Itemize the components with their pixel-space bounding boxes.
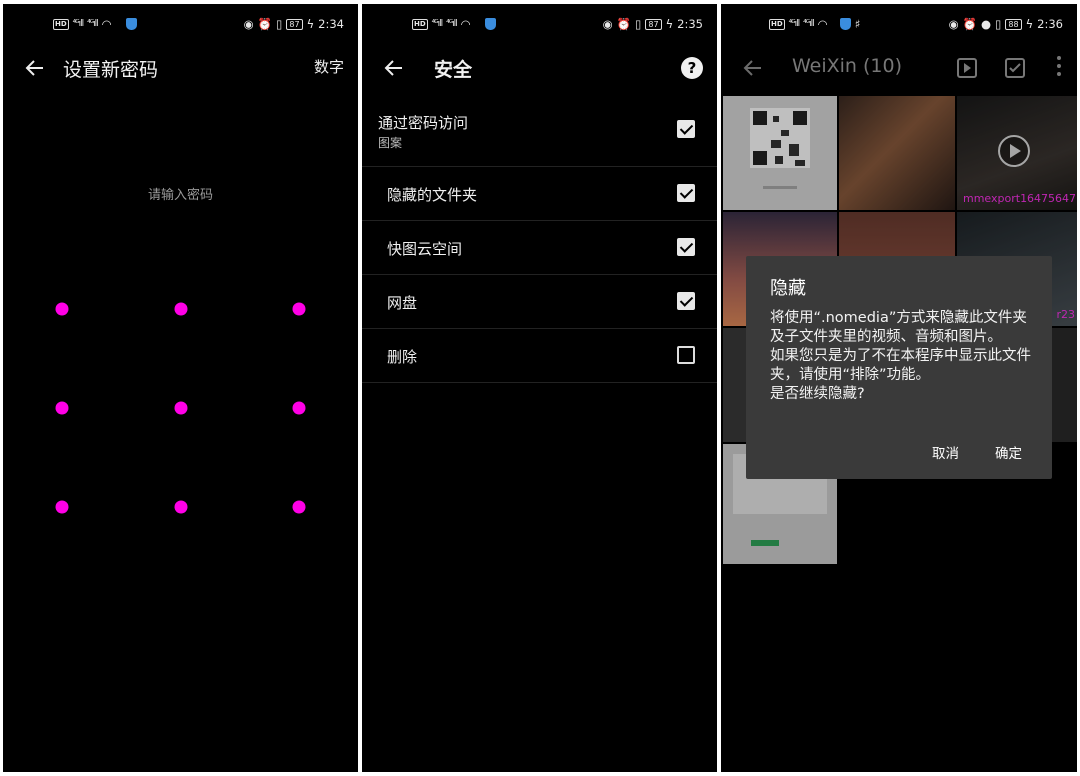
password-access-setting[interactable]: 通过密码访问 图案: [362, 102, 717, 167]
app-bar: 设置新密码 数字: [3, 44, 358, 94]
security-settings-screen: HD ⁴ᴳıll ⁴ᴳıll ◠ ◉ ⏰ ▯ 87 ϟ 2:35 安全 ? 通过…: [362, 4, 717, 772]
pattern-dot[interactable]: [55, 401, 69, 415]
pattern-dot[interactable]: [292, 302, 306, 316]
dialog-message: 将使用“.nomedia”方式来隐藏此文件夹及子文件夹里的视频、音频和图片。 如…: [770, 310, 1031, 402]
pattern-dot[interactable]: [292, 500, 306, 514]
hd-icon: HD: [769, 18, 785, 30]
hd-icon: HD: [412, 18, 428, 30]
page-title: 安全: [434, 59, 473, 81]
password-hint: 请输入密码: [147, 188, 213, 203]
confirm-button[interactable]: 确定: [995, 442, 1022, 462]
shield-icon: [125, 18, 137, 30]
folder-title: WeiXin (10): [792, 55, 903, 77]
wifi-icon: ◠: [817, 17, 828, 31]
app-bar: WeiXin (10): [721, 44, 1077, 94]
signal-icon: ⁴ᴳıll: [788, 19, 800, 29]
battery-icon: 88: [1005, 18, 1022, 30]
signal-icon: ⁴ᴳıll: [446, 19, 457, 29]
setting-label: 删除: [387, 348, 418, 366]
play-icon: [964, 63, 971, 73]
hd-icon: HD: [53, 18, 69, 30]
eye-icon: ◉: [602, 17, 613, 31]
cloud-space-checkbox[interactable]: [677, 238, 695, 256]
pattern-dot[interactable]: [174, 500, 188, 514]
back-arrow-icon[interactable]: [741, 56, 765, 80]
slideshow-icon[interactable]: [957, 58, 977, 78]
signal-icon: ⁴ᴳıll: [72, 19, 84, 29]
vibrate-icon: ▯: [995, 17, 1002, 31]
shield-icon: [484, 18, 496, 30]
battery-icon: 87: [645, 18, 662, 30]
settings-item-net-disk[interactable]: 网盘: [362, 275, 717, 329]
hide-folder-dialog: 隐藏 将使用“.nomedia”方式来隐藏此文件夹及子文件夹里的视频、音频和图片…: [746, 256, 1052, 479]
vibrate-icon: ▯: [635, 17, 642, 31]
eye-icon: ◉: [243, 17, 254, 31]
pattern-dot[interactable]: [55, 302, 69, 316]
back-arrow-icon[interactable]: [382, 56, 406, 80]
status-bar: HD ⁴ᴳıll ⁴ᴳıll ◠ ◉ ⏰ ▯ 87 ϟ 2:34: [3, 4, 358, 40]
pattern-dot[interactable]: [55, 500, 69, 514]
vibrate-icon: ▯: [276, 17, 283, 31]
status-bar: HD ⁴ᴳıll ⁴ᴳıll ◠ ♯ ◉ ⏰ ● ▯ 88 ϟ 2:36: [721, 4, 1077, 40]
cancel-button[interactable]: 取消: [932, 442, 959, 462]
status-time: 2:34: [318, 17, 344, 31]
pattern-dot[interactable]: [292, 401, 306, 415]
select-all-icon[interactable]: [1005, 58, 1025, 78]
status-time: 2:35: [677, 17, 703, 31]
alarm-icon: ⏰: [962, 17, 977, 31]
status-time: 2:36: [1037, 17, 1063, 31]
back-arrow-icon[interactable]: [23, 56, 47, 80]
help-icon[interactable]: ?: [681, 57, 703, 79]
eye-icon: ◉: [948, 17, 959, 31]
charging-icon: ϟ: [1025, 17, 1034, 31]
more-options-icon[interactable]: [1057, 56, 1061, 78]
net-disk-checkbox[interactable]: [677, 292, 695, 310]
app-bar: 安全 ?: [362, 44, 717, 94]
gallery-folder-screen: HD ⁴ᴳıll ⁴ᴳıll ◠ ♯ ◉ ⏰ ● ▯ 88 ϟ 2:36 Wei…: [721, 4, 1077, 772]
hidden-folders-checkbox[interactable]: [677, 184, 695, 202]
pattern-dot[interactable]: [174, 302, 188, 316]
password-access-checkbox[interactable]: [677, 120, 695, 138]
shield-icon: [839, 18, 851, 30]
signal-icon: ⁴ᴳıll: [431, 19, 443, 29]
app-notification-icon: ♯: [854, 17, 861, 31]
alarm-icon: ⏰: [257, 17, 273, 31]
pattern-dot[interactable]: [174, 401, 188, 415]
settings-item-delete[interactable]: 删除: [362, 329, 717, 383]
charging-icon: ϟ: [306, 17, 315, 31]
settings-item-cloud-space[interactable]: 快图云空间: [362, 221, 717, 275]
setting-title: 通过密码访问: [378, 114, 469, 132]
battery-icon: 87: [286, 18, 303, 30]
settings-item-hidden-folders[interactable]: 隐藏的文件夹: [362, 167, 717, 221]
location-icon: ●: [981, 17, 992, 31]
wifi-icon: ◠: [460, 17, 471, 31]
status-bar: HD ⁴ᴳıll ⁴ᴳıll ◠ ◉ ⏰ ▯ 87 ϟ 2:35: [362, 4, 717, 40]
dialog-title: 隐藏: [770, 278, 806, 299]
setting-subtitle: 图案: [378, 136, 403, 150]
signal-icon: ⁴ᴳıll: [87, 19, 98, 29]
delete-checkbox[interactable]: [677, 346, 695, 364]
setting-label: 隐藏的文件夹: [387, 186, 478, 204]
wifi-icon: ◠: [101, 17, 112, 31]
setting-label: 网盘: [387, 294, 418, 312]
signal-icon: ⁴ᴳıll: [803, 19, 814, 29]
charging-icon: ϟ: [665, 17, 674, 31]
numeric-mode-button[interactable]: 数字: [314, 56, 344, 77]
check-icon: [1009, 63, 1021, 73]
page-title: 设置新密码: [63, 59, 159, 81]
set-password-screen: HD ⁴ᴳıll ⁴ᴳıll ◠ ◉ ⏰ ▯ 87 ϟ 2:34 设置新密码 数…: [3, 4, 358, 772]
setting-label: 快图云空间: [387, 240, 463, 258]
alarm-icon: ⏰: [616, 17, 632, 31]
